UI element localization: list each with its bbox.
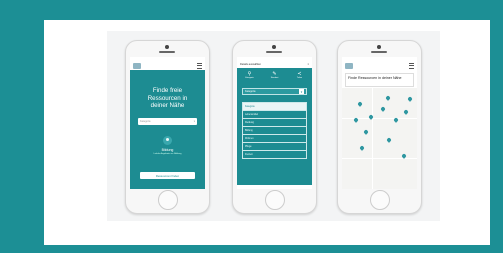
dialog-header: Details auswählen × bbox=[237, 61, 312, 68]
home-button bbox=[265, 190, 285, 210]
app-bar bbox=[130, 61, 205, 70]
dropdown-option[interactable]: Bildung bbox=[242, 127, 307, 135]
filter-tabs: ⚲ Kategorie ✎ Standort ≺ Teilen bbox=[237, 68, 312, 82]
select-value: Kategorie bbox=[140, 120, 151, 123]
logo-icon bbox=[133, 62, 141, 69]
find-resources-button[interactable]: Ressourcen finden bbox=[140, 172, 195, 179]
location-pin-icon bbox=[163, 136, 172, 145]
map-pin-icon[interactable] bbox=[359, 145, 365, 151]
dropdown-option[interactable]: Kleidung bbox=[242, 119, 307, 127]
menu-icon[interactable] bbox=[409, 62, 414, 69]
tab-label: Standort bbox=[270, 76, 279, 79]
map-pin-icon[interactable] bbox=[380, 106, 386, 112]
tab-label: Kategorie bbox=[245, 76, 254, 79]
dropdown-option[interactable]: Kategorie bbox=[242, 102, 307, 111]
close-icon[interactable]: × bbox=[307, 63, 309, 66]
map-pin-icon[interactable] bbox=[363, 129, 369, 135]
camera-dot bbox=[272, 45, 276, 49]
dropdown-option[interactable]: Freizeit bbox=[242, 151, 307, 159]
map-title: Finde Ressourcen in deiner Nähe bbox=[345, 73, 414, 87]
app-screens-banner: Finde freie Ressourcen in deiner Nähe Ka… bbox=[107, 31, 440, 221]
logo-icon bbox=[345, 62, 353, 69]
page-frame: Finde freie Ressourcen in deiner Nähe Ka… bbox=[0, 0, 503, 253]
tab-location[interactable]: ✎ Standort bbox=[262, 68, 287, 82]
home-screen: Finde freie Ressourcen in deiner Nähe Ka… bbox=[130, 57, 205, 189]
phone-mockup-map: Finde Ressourcen in deiner Nähe bbox=[337, 40, 422, 214]
map-pin-icon[interactable] bbox=[407, 96, 413, 102]
headline-line: Ressourcen in bbox=[147, 94, 188, 102]
map-pin-icon[interactable] bbox=[403, 109, 409, 115]
category-dropdown[interactable]: Kategorie ▾ bbox=[242, 88, 307, 95]
filter-screen: Details auswählen × ⚲ Kategorie ✎ Stando… bbox=[237, 57, 312, 189]
tab-label: Teilen bbox=[296, 76, 303, 79]
home-button bbox=[370, 190, 390, 210]
dropdown-option[interactable]: Lebensmittel bbox=[242, 111, 307, 119]
map-pin-icon[interactable] bbox=[386, 137, 392, 143]
tab-share[interactable]: ≺ Teilen bbox=[287, 68, 312, 82]
speaker-slot bbox=[266, 51, 282, 53]
dialog-title: Details auswählen bbox=[240, 63, 262, 66]
map-view[interactable] bbox=[342, 88, 417, 189]
home-headline: Finde freie Ressourcen in deiner Nähe bbox=[134, 87, 201, 110]
chevron-down-icon: ▾ bbox=[299, 89, 304, 94]
dropdown-option[interactable]: Wohnen bbox=[242, 135, 307, 143]
dropdown-option[interactable]: Pflege bbox=[242, 143, 307, 151]
dropdown-options: Kategorie Lebensmittel Kleidung Bildung … bbox=[242, 102, 307, 159]
speaker-slot bbox=[371, 51, 387, 53]
dropdown-value: Kategorie bbox=[245, 90, 256, 93]
category-label: Bildung bbox=[161, 148, 174, 152]
chevron-down-icon: ▾ bbox=[193, 120, 195, 123]
camera-dot bbox=[165, 45, 169, 49]
category-subtext: Lokale Angebote zur Bildung bbox=[153, 153, 182, 155]
menu-icon[interactable] bbox=[197, 62, 202, 69]
app-bar bbox=[342, 61, 417, 70]
speaker-slot bbox=[159, 51, 175, 53]
camera-dot bbox=[377, 45, 381, 49]
phone-mockup-filter: Details auswählen × ⚲ Kategorie ✎ Stando… bbox=[232, 40, 317, 214]
phone-mockup-home: Finde freie Ressourcen in deiner Nähe Ka… bbox=[125, 40, 210, 214]
map-road bbox=[342, 158, 417, 159]
home-button bbox=[158, 190, 178, 210]
map-pin-icon[interactable] bbox=[357, 101, 363, 107]
map-road bbox=[372, 88, 373, 189]
tab-category[interactable]: ⚲ Kategorie bbox=[237, 68, 262, 82]
map-screen: Finde Ressourcen in deiner Nähe bbox=[342, 57, 417, 189]
headline-line: deiner Nähe bbox=[150, 102, 185, 109]
headline-line: Finde freie bbox=[152, 87, 183, 94]
category-select[interactable]: Kategorie ▾ bbox=[138, 118, 197, 125]
map-pin-icon[interactable] bbox=[385, 95, 391, 101]
